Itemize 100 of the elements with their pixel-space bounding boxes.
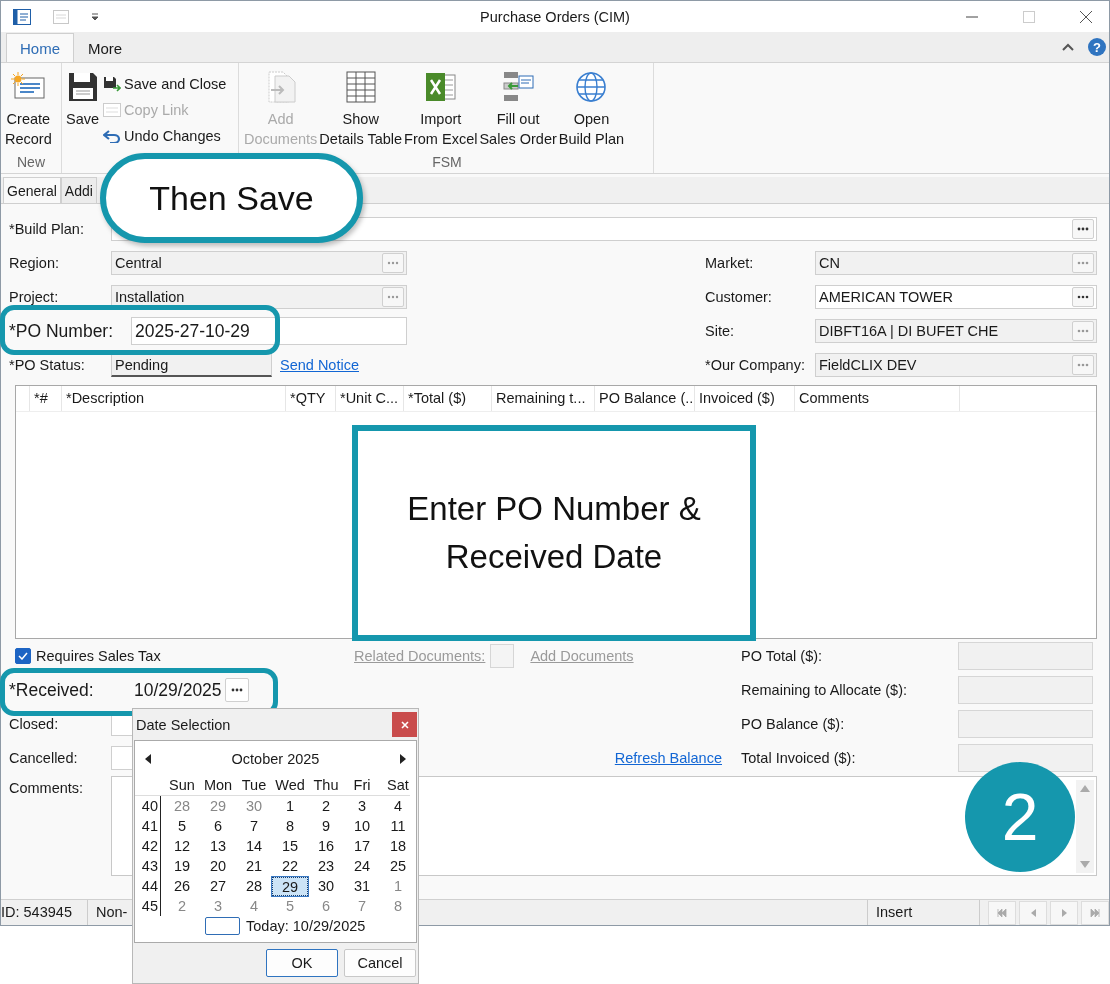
calendar-day[interactable]: 16 (308, 836, 344, 856)
column-header[interactable]: *Description (62, 386, 286, 411)
column-header[interactable]: PO Balance (... (595, 386, 695, 411)
column-header[interactable]: *QTY (286, 386, 336, 411)
save-button[interactable]: Save (64, 63, 102, 149)
calendar-day[interactable]: 30 (236, 796, 272, 816)
calendar-day[interactable]: 7 (344, 896, 380, 916)
scroll-down-icon[interactable] (1080, 861, 1090, 868)
collapse-icon[interactable] (1062, 43, 1074, 51)
total-label: PO Total ($): (740, 648, 824, 664)
refresh-balance-link[interactable]: Refresh Balance (614, 750, 722, 766)
calendar-day[interactable]: 27 (200, 876, 236, 896)
lookup-button[interactable] (1072, 287, 1094, 307)
form-tab[interactable]: General (3, 177, 61, 203)
previous-record-button[interactable] (1019, 900, 1047, 925)
calendar-day[interactable]: 4 (236, 896, 272, 916)
calendar-day[interactable]: 15 (272, 836, 308, 856)
calendar-day[interactable]: 23 (308, 856, 344, 876)
column-header[interactable]: Remaining t... (492, 386, 595, 411)
today-link[interactable]: Today: 10/29/2025 (246, 918, 366, 934)
calendar-day[interactable]: 18 (380, 836, 416, 856)
calendar-day[interactable]: 6 (308, 896, 344, 916)
calendar-day[interactable]: 13 (200, 836, 236, 856)
ribbon-tab[interactable]: Home (6, 33, 74, 63)
column-header[interactable]: *Total ($) (404, 386, 492, 411)
calendar-day[interactable]: 8 (272, 816, 308, 836)
column-header[interactable]: *Unit C... (336, 386, 404, 411)
scrollbar[interactable] (1076, 780, 1094, 873)
ribbon-button[interactable]: Open Build Plan (557, 63, 626, 149)
ribbon-button[interactable]: Show Details Table (318, 63, 404, 149)
date-field[interactable]: 10/29/2025 (134, 679, 222, 701)
calendar-day[interactable]: 17 (344, 836, 380, 856)
help-button[interactable]: ? (1088, 38, 1106, 56)
calendar-day[interactable]: 12 (164, 836, 200, 856)
calendar-day[interactable]: 5 (272, 896, 308, 916)
scroll-up-icon[interactable] (1080, 785, 1090, 792)
document-icon[interactable] (53, 9, 69, 24)
calendar-day[interactable]: 3 (200, 896, 236, 916)
app-icon[interactable] (13, 8, 31, 25)
calendar-day[interactable]: 7 (236, 816, 272, 836)
calendar-day[interactable]: 20 (200, 856, 236, 876)
calendar-day[interactable]: 21 (236, 856, 272, 876)
ribbon-button[interactable]: Undo Changes (101, 123, 229, 149)
calendar-day[interactable]: 31 (344, 876, 380, 896)
last-record-button[interactable] (1081, 900, 1109, 925)
calendar-day[interactable]: 26 (164, 876, 200, 896)
lookup-field[interactable]: CN (815, 251, 1097, 275)
ribbon-tab[interactable]: More (74, 33, 137, 63)
calendar-day[interactable]: 29 (200, 796, 236, 816)
calendar-day[interactable]: 8 (380, 896, 416, 916)
calendar-day[interactable]: 22 (272, 856, 308, 876)
calendar-day[interactable]: 1 (380, 876, 416, 896)
ribbon-button[interactable]: Save and Close (101, 71, 229, 97)
maximize-icon[interactable] (1023, 10, 1035, 23)
create-record-button[interactable]: Create Record (3, 63, 54, 149)
close-icon[interactable] (1079, 9, 1093, 24)
column-header[interactable]: *# (30, 386, 62, 411)
calendar-day[interactable]: 11 (380, 816, 416, 836)
calendar-day[interactable]: 29 (272, 876, 308, 896)
date-picker-button[interactable] (224, 678, 249, 702)
lookup-field[interactable]: AMERICAN TOWER (815, 285, 1097, 309)
column-header[interactable]: Comments (795, 386, 960, 411)
calendar-day[interactable]: 14 (236, 836, 272, 856)
lookup-field[interactable]: DIBFT16A | DI BUFET CHE (815, 319, 1097, 343)
caret-icon[interactable] (91, 12, 99, 21)
dialog-button[interactable]: OK (266, 949, 338, 977)
column-header[interactable]: Invoiced ($) (695, 386, 795, 411)
checkbox[interactable] (15, 648, 31, 664)
ribbon-button[interactable]: Import From Excel (403, 63, 479, 149)
lookup-button[interactable] (1072, 219, 1094, 239)
calendar-day[interactable]: 28 (164, 796, 200, 816)
calendar-day[interactable]: 1 (272, 796, 308, 816)
next-month-icon[interactable] (400, 754, 406, 764)
calendar-day[interactable]: 6 (200, 816, 236, 836)
calendar-day[interactable]: 2 (308, 796, 344, 816)
calendar-day[interactable]: 25 (380, 856, 416, 876)
dialog-button[interactable]: Cancel (344, 949, 416, 977)
calendar-day[interactable]: 19 (164, 856, 200, 876)
text-field[interactable]: 2025-27-10-29 (131, 317, 407, 345)
calendar-day[interactable]: 5 (164, 816, 200, 836)
calendar-day[interactable]: 24 (344, 856, 380, 876)
calendar-day[interactable]: 3 (344, 796, 380, 816)
calendar-day[interactable]: 10 (344, 816, 380, 836)
previous-month-icon[interactable] (145, 754, 151, 764)
calendar-day[interactable]: 28 (236, 876, 272, 896)
status-field[interactable]: Pending (111, 353, 272, 377)
ribbon-button[interactable]: Fill out Sales Order (478, 63, 558, 149)
calendar-day[interactable]: 30 (308, 876, 344, 896)
document-count-field[interactable] (490, 644, 515, 668)
first-record-button[interactable] (988, 900, 1016, 925)
lookup-field[interactable]: Installation (111, 285, 407, 309)
lookup-field[interactable]: Central (111, 251, 407, 275)
form-tab[interactable]: Addi (60, 177, 97, 203)
calendar-day[interactable]: 4 (380, 796, 416, 816)
lookup-field[interactable]: FieldCLIX DEV (815, 353, 1097, 377)
send-notice-link[interactable]: Send Notice (280, 357, 359, 373)
close-button[interactable] (392, 712, 417, 737)
next-record-button[interactable] (1050, 900, 1078, 925)
calendar-day[interactable]: 9 (308, 816, 344, 836)
calendar-day[interactable]: 2 (164, 896, 200, 916)
